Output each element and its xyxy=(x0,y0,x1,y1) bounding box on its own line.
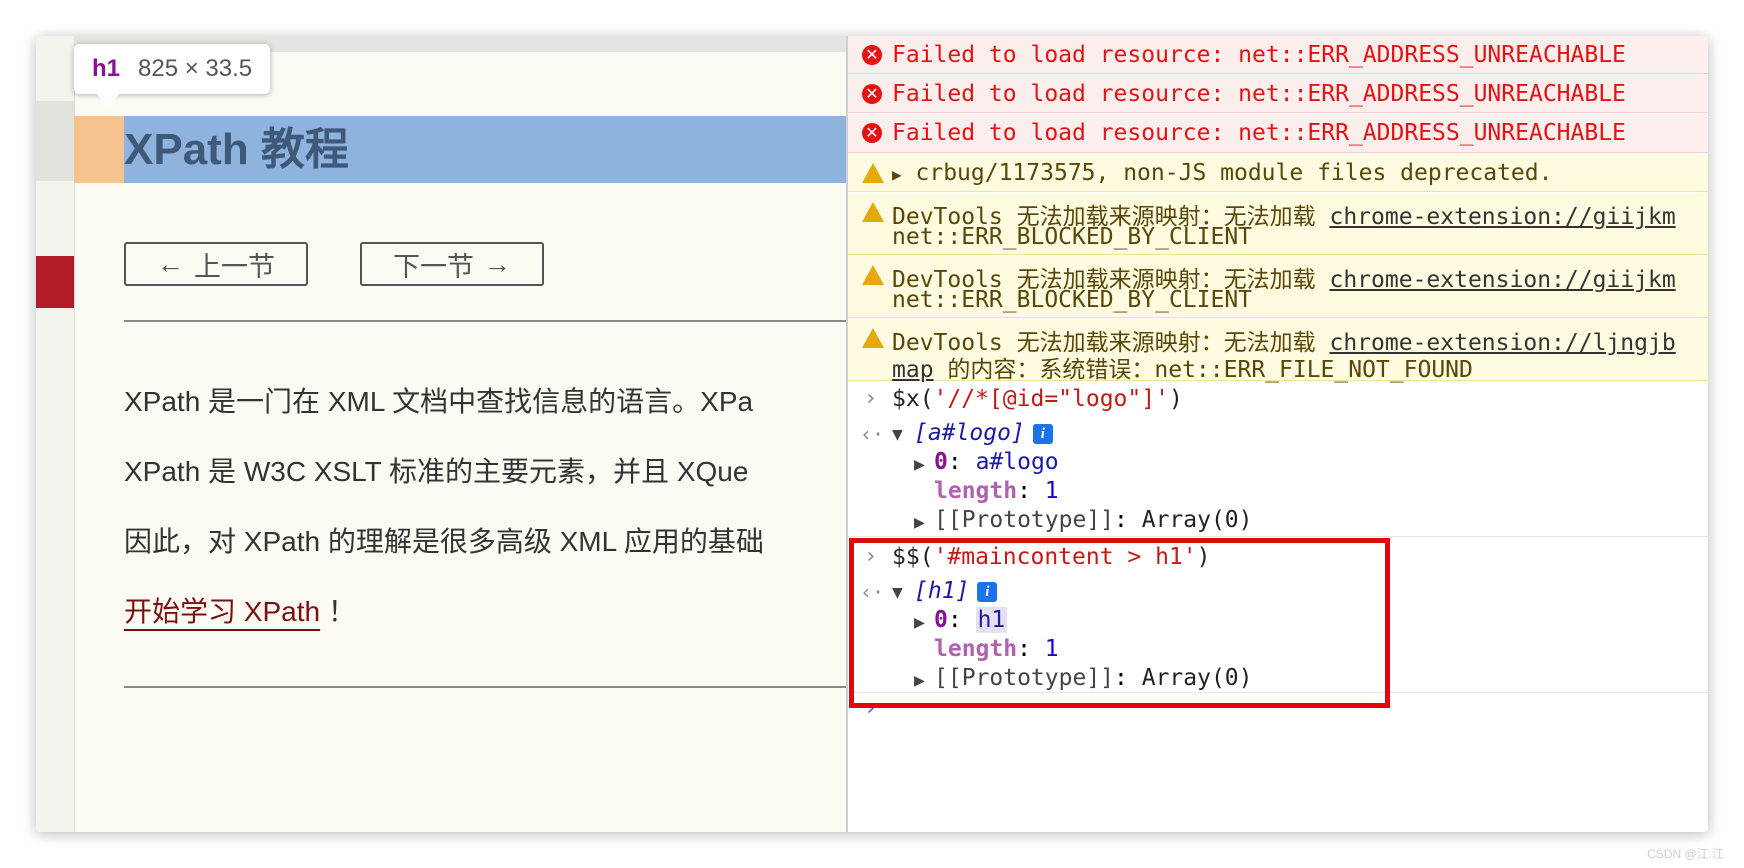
prototype-key: [[Prototype]] xyxy=(934,507,1115,533)
collapse-triangle-icon[interactable]: ▼ xyxy=(892,424,903,445)
array-length: length: 1 xyxy=(934,478,1059,504)
annotation-highlight-box xyxy=(849,538,1390,708)
left-edge-gray-block xyxy=(36,101,74,181)
page-heading: XPath 教程 xyxy=(124,125,349,174)
console-error-row[interactable]: ✕ Failed to load resource: net::ERR_ADDR… xyxy=(848,75,1708,113)
console-warning-row[interactable]: ▶ crbug/1173575, non-JS module files dep… xyxy=(848,154,1708,192)
expand-triangle-icon[interactable]: ▶ xyxy=(914,454,925,475)
source-map-link[interactable]: chrome-extension://giijkm xyxy=(1329,267,1675,293)
h1-padding-highlight xyxy=(74,116,124,183)
warning-detail: 的内容：系统错误：net::ERR_FILE_NOT_FOUND xyxy=(933,357,1473,383)
start-learning-suffix: ！ xyxy=(327,596,356,627)
prev-section-button[interactable]: ← 上一节 xyxy=(124,242,308,286)
prototype-value: Array(0) xyxy=(1141,507,1253,533)
prev-section-label: 上一节 xyxy=(194,251,275,282)
error-message: Failed to load resource: net::ERR_ADDRES… xyxy=(892,42,1626,68)
source-map-link-continued[interactable]: map xyxy=(892,357,934,383)
error-message: Failed to load resource: net::ERR_ADDRES… xyxy=(892,120,1626,146)
divider xyxy=(124,320,846,322)
command-close: ) xyxy=(1168,386,1183,412)
source-map-link[interactable]: chrome-extension://giijkm xyxy=(1329,204,1675,230)
console-command-block: › $x('//*[@id="logo"]') ‹· ▼ [a#logo] i ▶… xyxy=(848,382,1708,533)
info-icon[interactable]: i xyxy=(1032,423,1053,444)
return-value-icon: ‹· xyxy=(860,422,885,446)
expand-triangle-icon[interactable]: ▶ xyxy=(914,512,925,533)
arrow-right-icon: → xyxy=(484,248,511,279)
command-argument: '//*[@id="logo"]' xyxy=(933,386,1169,412)
console-warning-row[interactable]: DevTools 无法加载来源映射：无法加载 chrome-extension:… xyxy=(848,319,1708,384)
array-prototype[interactable]: [[Prototype]]: Array(0) xyxy=(934,507,1253,533)
console-warning-row[interactable]: DevTools 无法加载来源映射：无法加载 chrome-extension:… xyxy=(848,256,1708,318)
warning-line2: net::ERR_BLOCKED_BY_CLIENT xyxy=(892,287,1253,313)
crbug-warning-text: crbug/1173575, non-JS module files depre… xyxy=(915,160,1553,186)
paragraph: XPath 是 W3C XSLT 标准的主要元素，并且 XQue xyxy=(124,456,749,487)
console-separator xyxy=(848,536,1708,537)
warning-line2: net::ERR_BLOCKED_BY_CLIENT xyxy=(892,224,1253,250)
arrow-left-icon: ← xyxy=(157,248,184,279)
paragraph: XPath 是一门在 XML 文档中查找信息的语言。XPa xyxy=(124,386,754,417)
next-section-button[interactable]: 下一节 → xyxy=(360,242,544,286)
length-value: 1 xyxy=(1044,478,1059,504)
start-learning-line: 开始学习 XPath ！ xyxy=(124,590,356,630)
length-key: length xyxy=(934,478,1018,504)
devtools-console: ✕ Failed to load resource: net::ERR_ADDR… xyxy=(846,36,1708,832)
paragraph: 因此，对 XPath 的理解是很多高级 XML 应用的基础 xyxy=(124,526,764,557)
item-index: 0 xyxy=(934,449,948,475)
tooltip-tag: h1 xyxy=(92,55,121,82)
divider xyxy=(124,686,846,688)
watermark: CSDN @江.江 xyxy=(1647,847,1724,861)
warning-icon xyxy=(862,328,884,348)
tooltip-arrow xyxy=(96,93,120,107)
error-icon: ✕ xyxy=(862,123,882,143)
error-icon: ✕ xyxy=(862,84,882,104)
webpage-viewport: XPath 教程 h1 825 × 33.5 ← 上一节 下一节 → XPath… xyxy=(36,36,846,832)
warning-line2: map 的内容：系统错误：net::ERR_FILE_NOT_FOUND xyxy=(892,350,1473,384)
start-learning-link[interactable]: 开始学习 XPath xyxy=(124,596,320,627)
element-inspect-tooltip: h1 825 × 33.5 xyxy=(74,44,271,94)
result-array[interactable]: [a#logo] i xyxy=(914,420,1053,446)
warning-icon xyxy=(862,163,884,183)
warning-icon xyxy=(862,202,884,222)
error-message: Failed to load resource: net::ERR_ADDRES… xyxy=(892,81,1626,107)
warning-icon xyxy=(862,265,884,285)
console-command[interactable]: $x('//*[@id="logo"]') xyxy=(892,386,1183,412)
screenshot-frame: XPath 教程 h1 825 × 33.5 ← 上一节 下一节 → XPath… xyxy=(36,36,1708,832)
input-prompt-icon: › xyxy=(864,386,878,411)
tooltip-dimensions: 825 × 33.5 xyxy=(138,55,253,82)
error-icon: ✕ xyxy=(862,45,882,65)
console-warning-row[interactable]: DevTools 无法加载来源映射：无法加载 chrome-extension:… xyxy=(848,193,1708,255)
left-edge-red-block xyxy=(36,256,74,308)
result-label: [a#logo] xyxy=(914,420,1025,446)
expand-triangle-icon[interactable]: ▶ xyxy=(892,165,902,184)
command-function: $x( xyxy=(892,386,934,412)
console-error-row[interactable]: ✕ Failed to load resource: net::ERR_ADDR… xyxy=(848,114,1708,153)
next-section-label: 下一节 xyxy=(393,251,474,282)
item-value: a#logo xyxy=(975,449,1059,475)
warning-message: ▶ crbug/1173575, non-JS module files dep… xyxy=(892,160,1552,186)
array-item[interactable]: 0: a#logo xyxy=(934,449,1059,475)
console-error-row[interactable]: ✕ Failed to load resource: net::ERR_ADDR… xyxy=(848,36,1708,74)
